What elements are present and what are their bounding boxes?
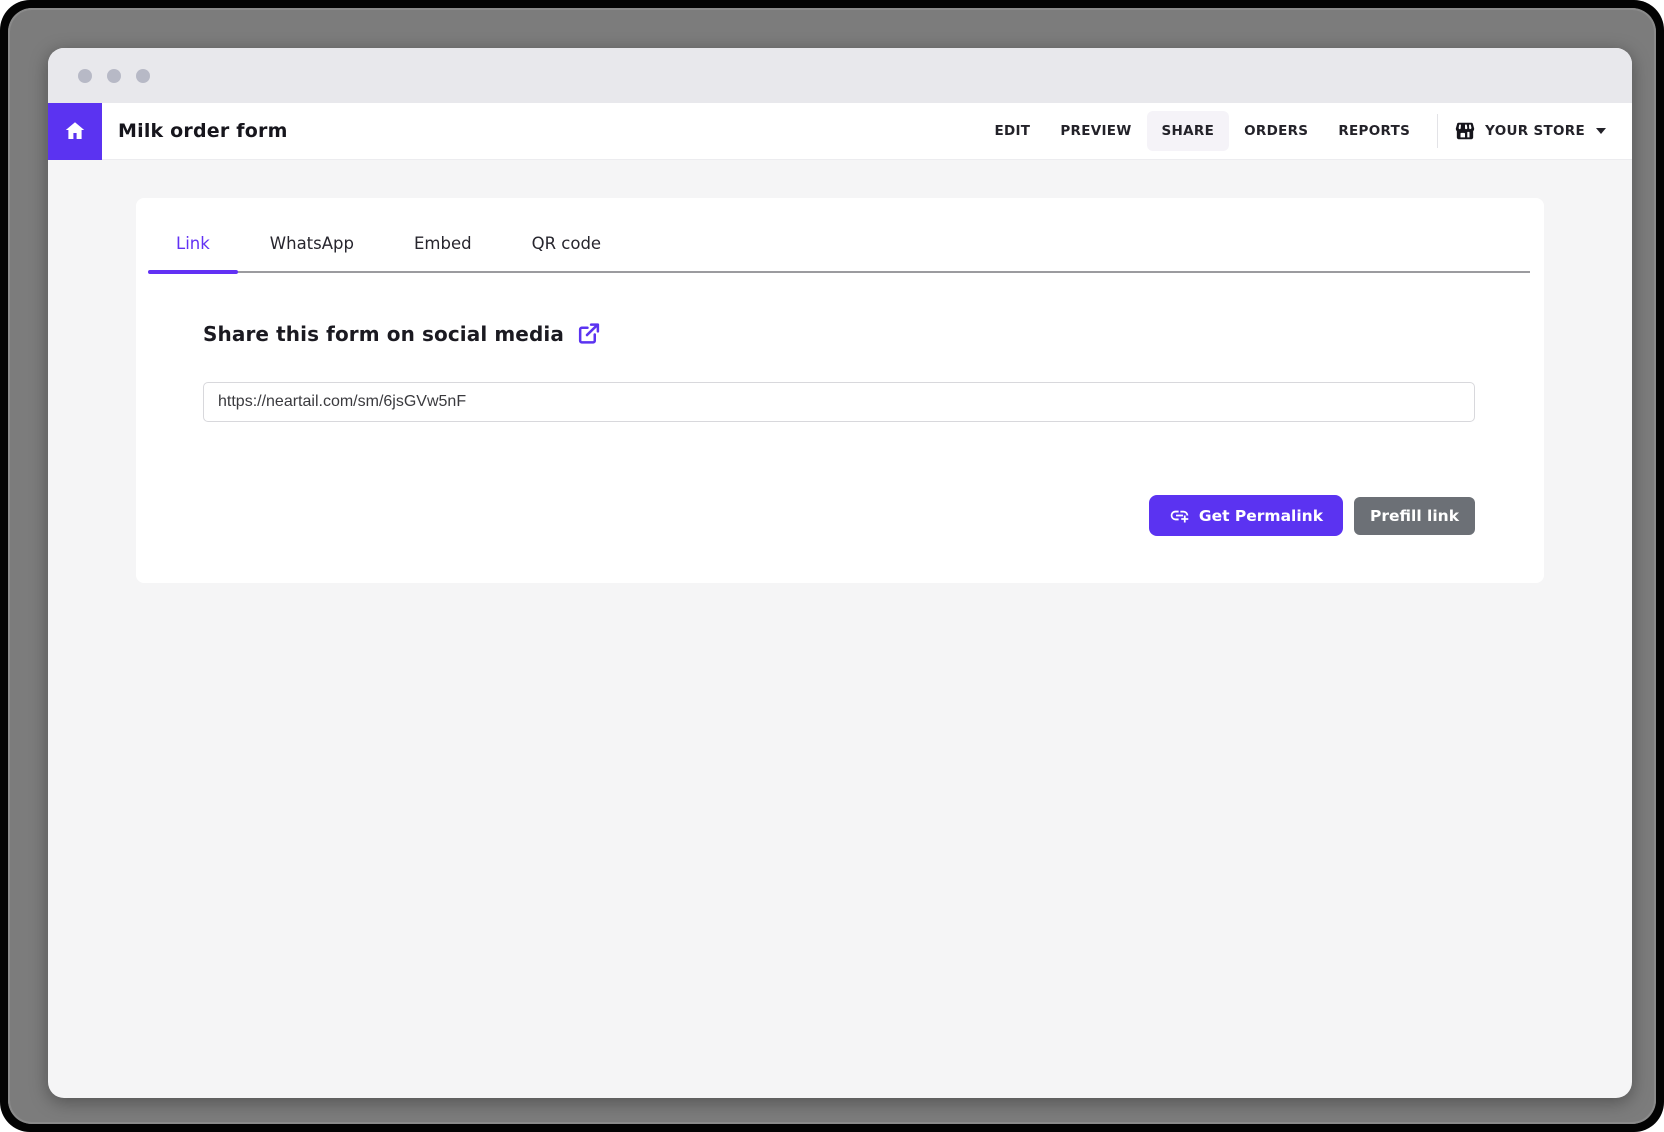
external-link-icon[interactable] <box>576 321 601 346</box>
share-panel-card: Link WhatsApp Embed QR code Share this f… <box>136 198 1544 583</box>
nav-item-edit[interactable]: EDIT <box>979 111 1045 151</box>
window-drop-shadow-frame: Milk order form EDIT PREVIEW SHARE ORDER… <box>8 8 1656 1124</box>
prefill-link-button[interactable]: Prefill link <box>1354 497 1475 535</box>
share-tabs: Link WhatsApp Embed QR code <box>158 198 1530 273</box>
app-header: Milk order form EDIT PREVIEW SHARE ORDER… <box>48 103 1632 160</box>
tab-embed[interactable]: Embed <box>396 234 490 271</box>
store-menu-button[interactable]: YOUR STORE <box>1454 120 1606 142</box>
nav-item-reports[interactable]: REPORTS <box>1323 111 1425 151</box>
share-url-input[interactable] <box>203 382 1475 422</box>
nav-item-share[interactable]: SHARE <box>1147 111 1230 151</box>
chevron-down-icon <box>1596 128 1606 134</box>
nav-item-orders[interactable]: ORDERS <box>1229 111 1323 151</box>
storefront-icon <box>1454 120 1476 142</box>
tab-link[interactable]: Link <box>158 234 228 271</box>
nav-item-preview[interactable]: PREVIEW <box>1045 111 1146 151</box>
window-minimize-button[interactable] <box>107 69 121 83</box>
page-title: Milk order form <box>118 120 288 142</box>
tab-qr-code[interactable]: QR code <box>514 234 620 271</box>
screenshot-outer-border: Milk order form EDIT PREVIEW SHARE ORDER… <box>0 0 1664 1132</box>
add-link-icon <box>1169 505 1190 526</box>
header-divider <box>1437 114 1438 148</box>
get-permalink-label: Get Permalink <box>1199 507 1323 525</box>
window-zoom-button[interactable] <box>136 69 150 83</box>
window-titlebar <box>48 48 1632 103</box>
home-icon <box>63 119 87 143</box>
action-buttons: Get Permalink Prefill link <box>1149 495 1475 536</box>
get-permalink-button[interactable]: Get Permalink <box>1149 495 1343 536</box>
panel-heading: Share this form on social media <box>203 322 564 346</box>
window-close-button[interactable] <box>78 69 92 83</box>
tab-whatsapp[interactable]: WhatsApp <box>252 234 372 271</box>
browser-window: Milk order form EDIT PREVIEW SHARE ORDER… <box>48 48 1632 1098</box>
store-label: YOUR STORE <box>1485 123 1585 139</box>
panel-heading-row: Share this form on social media <box>203 321 1544 346</box>
prefill-link-label: Prefill link <box>1370 507 1459 525</box>
page-content: Link WhatsApp Embed QR code Share this f… <box>48 160 1632 583</box>
home-button[interactable] <box>48 103 102 160</box>
